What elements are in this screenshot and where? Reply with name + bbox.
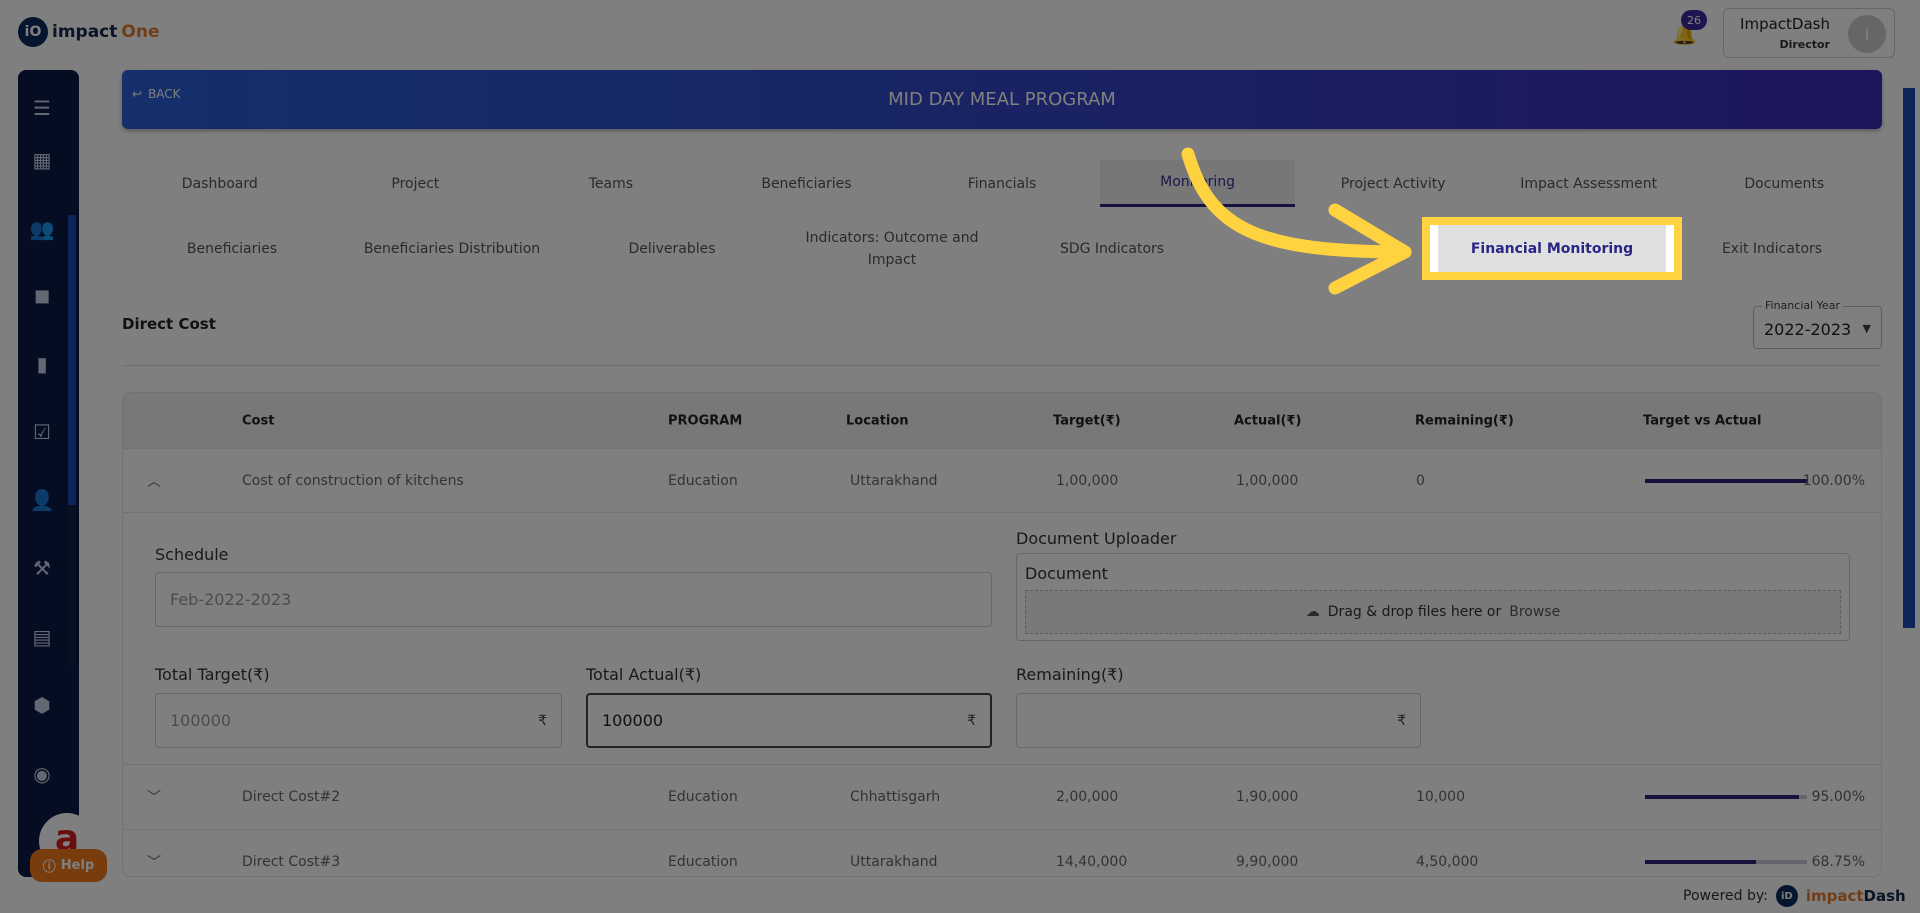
dim-overlay: [0, 0, 1920, 913]
pointer-arrow-icon: [1181, 147, 1412, 295]
subtab-financial-monitoring[interactable]: Financial Monitoring: [1422, 217, 1682, 280]
financial-monitoring-label: Financial Monitoring: [1438, 225, 1666, 272]
